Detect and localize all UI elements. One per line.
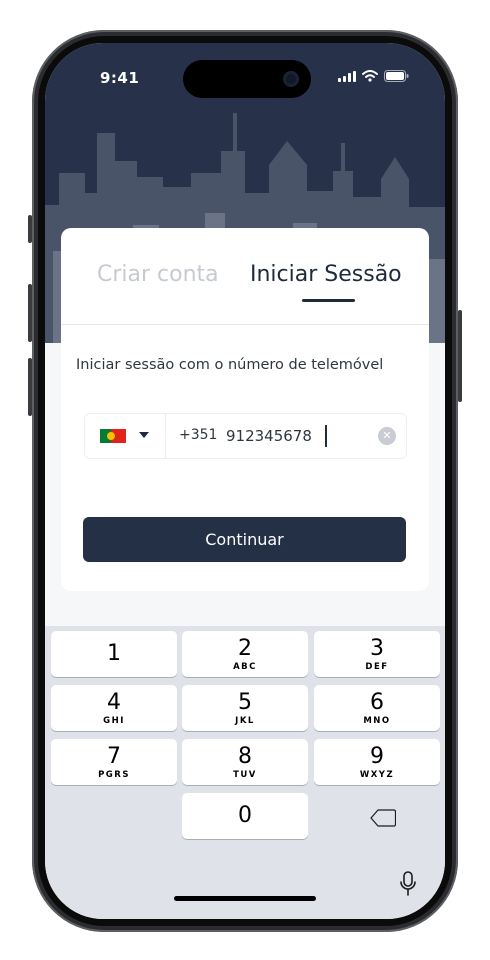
key-digit: 4 xyxy=(107,690,121,715)
numeric-keypad: 1 2 ABC 3 DEF 4 GHI 5 JKL 6 MNO 7 PGRS 8… xyxy=(45,626,445,919)
key-letters: TUV xyxy=(233,770,257,780)
key-9[interactable]: 9 WXYZ xyxy=(314,739,440,785)
power-button xyxy=(458,310,462,402)
key-5[interactable]: 5 JKL xyxy=(182,685,308,731)
key-letters: GHI xyxy=(103,716,125,726)
key-digit: 9 xyxy=(370,744,384,769)
camera-icon xyxy=(283,71,299,87)
key-digit: 6 xyxy=(370,690,384,715)
key-digit: 2 xyxy=(238,636,252,661)
key-letters: JKL xyxy=(235,716,255,726)
dynamic-island xyxy=(183,60,311,98)
clear-circle-icon[interactable]: ✕ xyxy=(378,427,396,445)
key-letters: WXYZ xyxy=(359,770,395,780)
country-selector[interactable] xyxy=(85,414,166,458)
portugal-flag-icon xyxy=(100,429,126,443)
key-2[interactable]: 2 ABC xyxy=(182,631,308,677)
microphone-icon[interactable] xyxy=(400,871,416,897)
text-cursor xyxy=(325,425,327,447)
sign-in-card: Criar conta Iniciar Sessão Iniciar sessã… xyxy=(61,228,429,591)
volume-up-button xyxy=(28,284,32,342)
key-8[interactable]: 8 TUV xyxy=(182,739,308,785)
key-letters: DEF xyxy=(365,662,389,672)
backspace-icon[interactable] xyxy=(370,809,396,827)
battery-icon xyxy=(384,70,409,82)
screen: 9:41 Criar conta Iniciar Sessão Iniciar … xyxy=(45,43,445,919)
key-letters: PGRS xyxy=(98,770,130,780)
volume-down-button xyxy=(28,358,32,416)
tab-sign-in[interactable]: Iniciar Sessão xyxy=(250,262,402,287)
tab-bar: Criar conta Iniciar Sessão xyxy=(61,228,429,325)
key-0[interactable]: 0 xyxy=(182,793,308,839)
continue-button[interactable]: Continuar xyxy=(83,517,406,562)
sign-in-instructions: Iniciar sessão com o número de telemóvel xyxy=(76,357,384,373)
key-1[interactable]: 1 xyxy=(51,631,177,677)
country-dial-code: +351 xyxy=(179,427,218,443)
action-button xyxy=(28,215,32,243)
key-7[interactable]: 7 PGRS xyxy=(51,739,177,785)
key-digit: 5 xyxy=(238,690,252,715)
key-3[interactable]: 3 DEF xyxy=(314,631,440,677)
caret-down-icon xyxy=(139,432,149,438)
status-time: 9:41 xyxy=(100,69,140,87)
key-letters: ABC xyxy=(233,662,257,672)
key-6[interactable]: 6 MNO xyxy=(314,685,440,731)
tab-create-account[interactable]: Criar conta xyxy=(97,262,219,287)
key-letters: MNO xyxy=(363,716,391,726)
key-4[interactable]: 4 GHI xyxy=(51,685,177,731)
key-digit: 0 xyxy=(238,803,252,828)
status-icons xyxy=(338,70,409,82)
active-tab-indicator xyxy=(302,299,355,302)
wifi-icon xyxy=(362,70,378,82)
key-digit: 7 xyxy=(107,744,121,769)
phone-number-field[interactable]: +351 912345678 ✕ xyxy=(84,413,407,459)
cellular-signal-icon xyxy=(338,71,356,82)
key-digit: 8 xyxy=(238,744,252,769)
home-indicator[interactable] xyxy=(174,896,316,901)
key-digit: 3 xyxy=(370,636,384,661)
phone-number-input[interactable]: 912345678 xyxy=(226,427,312,445)
key-digit: 1 xyxy=(107,641,121,666)
